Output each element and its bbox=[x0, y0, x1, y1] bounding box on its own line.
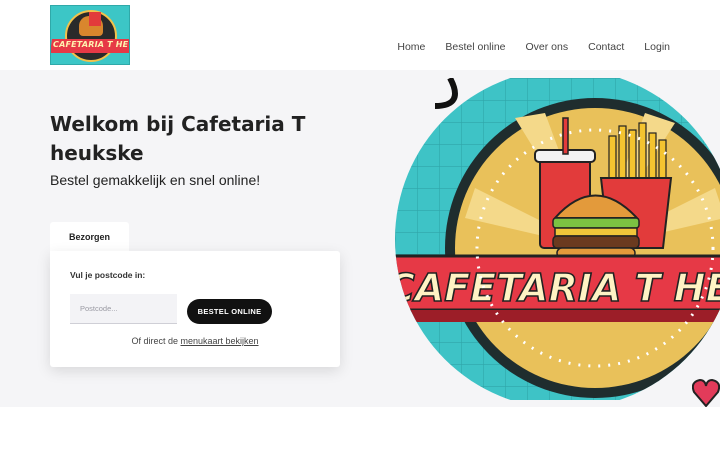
nav-bestel-online[interactable]: Bestel online bbox=[445, 41, 505, 53]
order-card: Vul je postcode in: BESTEL ONLINE Of dir… bbox=[50, 251, 340, 367]
nav-over-ons[interactable]: Over ons bbox=[526, 41, 569, 53]
nav-login[interactable]: Login bbox=[644, 41, 670, 53]
hero-section: Welkom bij Cafetaria T heukske Bestel ge… bbox=[0, 70, 720, 407]
bestel-online-button[interactable]: BESTEL ONLINE bbox=[187, 299, 272, 324]
logo-text: CAFETARIA T HEUKSKE bbox=[53, 40, 129, 49]
fries-icon bbox=[89, 12, 101, 26]
hero-subtitle: Bestel gemakkelijk en snel online! bbox=[50, 172, 261, 188]
main-nav: Home Bestel online Over ons Contact Logi… bbox=[377, 41, 670, 53]
menu-prefix: Of direct de bbox=[131, 336, 181, 346]
site-header: CAFETARIA T HEUKSKE Home Bestel online O… bbox=[0, 0, 720, 70]
postcode-input[interactable] bbox=[70, 294, 177, 324]
nav-contact[interactable]: Contact bbox=[588, 41, 624, 53]
site-logo[interactable]: CAFETARIA T HEUKSKE bbox=[50, 5, 130, 65]
hero-title: Welkom bij Cafetaria T heukske bbox=[50, 112, 306, 165]
menu-link[interactable]: menukaart bekijken bbox=[180, 336, 258, 346]
hero-logo-text: CAFETARIA T HEUKSKE bbox=[395, 266, 720, 310]
postcode-label: Vul je postcode in: bbox=[70, 270, 146, 280]
heart-icon bbox=[692, 378, 720, 407]
tab-bezorgen[interactable]: Bezorgen bbox=[50, 222, 129, 252]
nav-home[interactable]: Home bbox=[397, 41, 425, 53]
hero-logo-image: CAFETARIA T HEUKSKE bbox=[395, 78, 720, 400]
menu-line: Of direct de menukaart bekijken bbox=[50, 336, 340, 346]
